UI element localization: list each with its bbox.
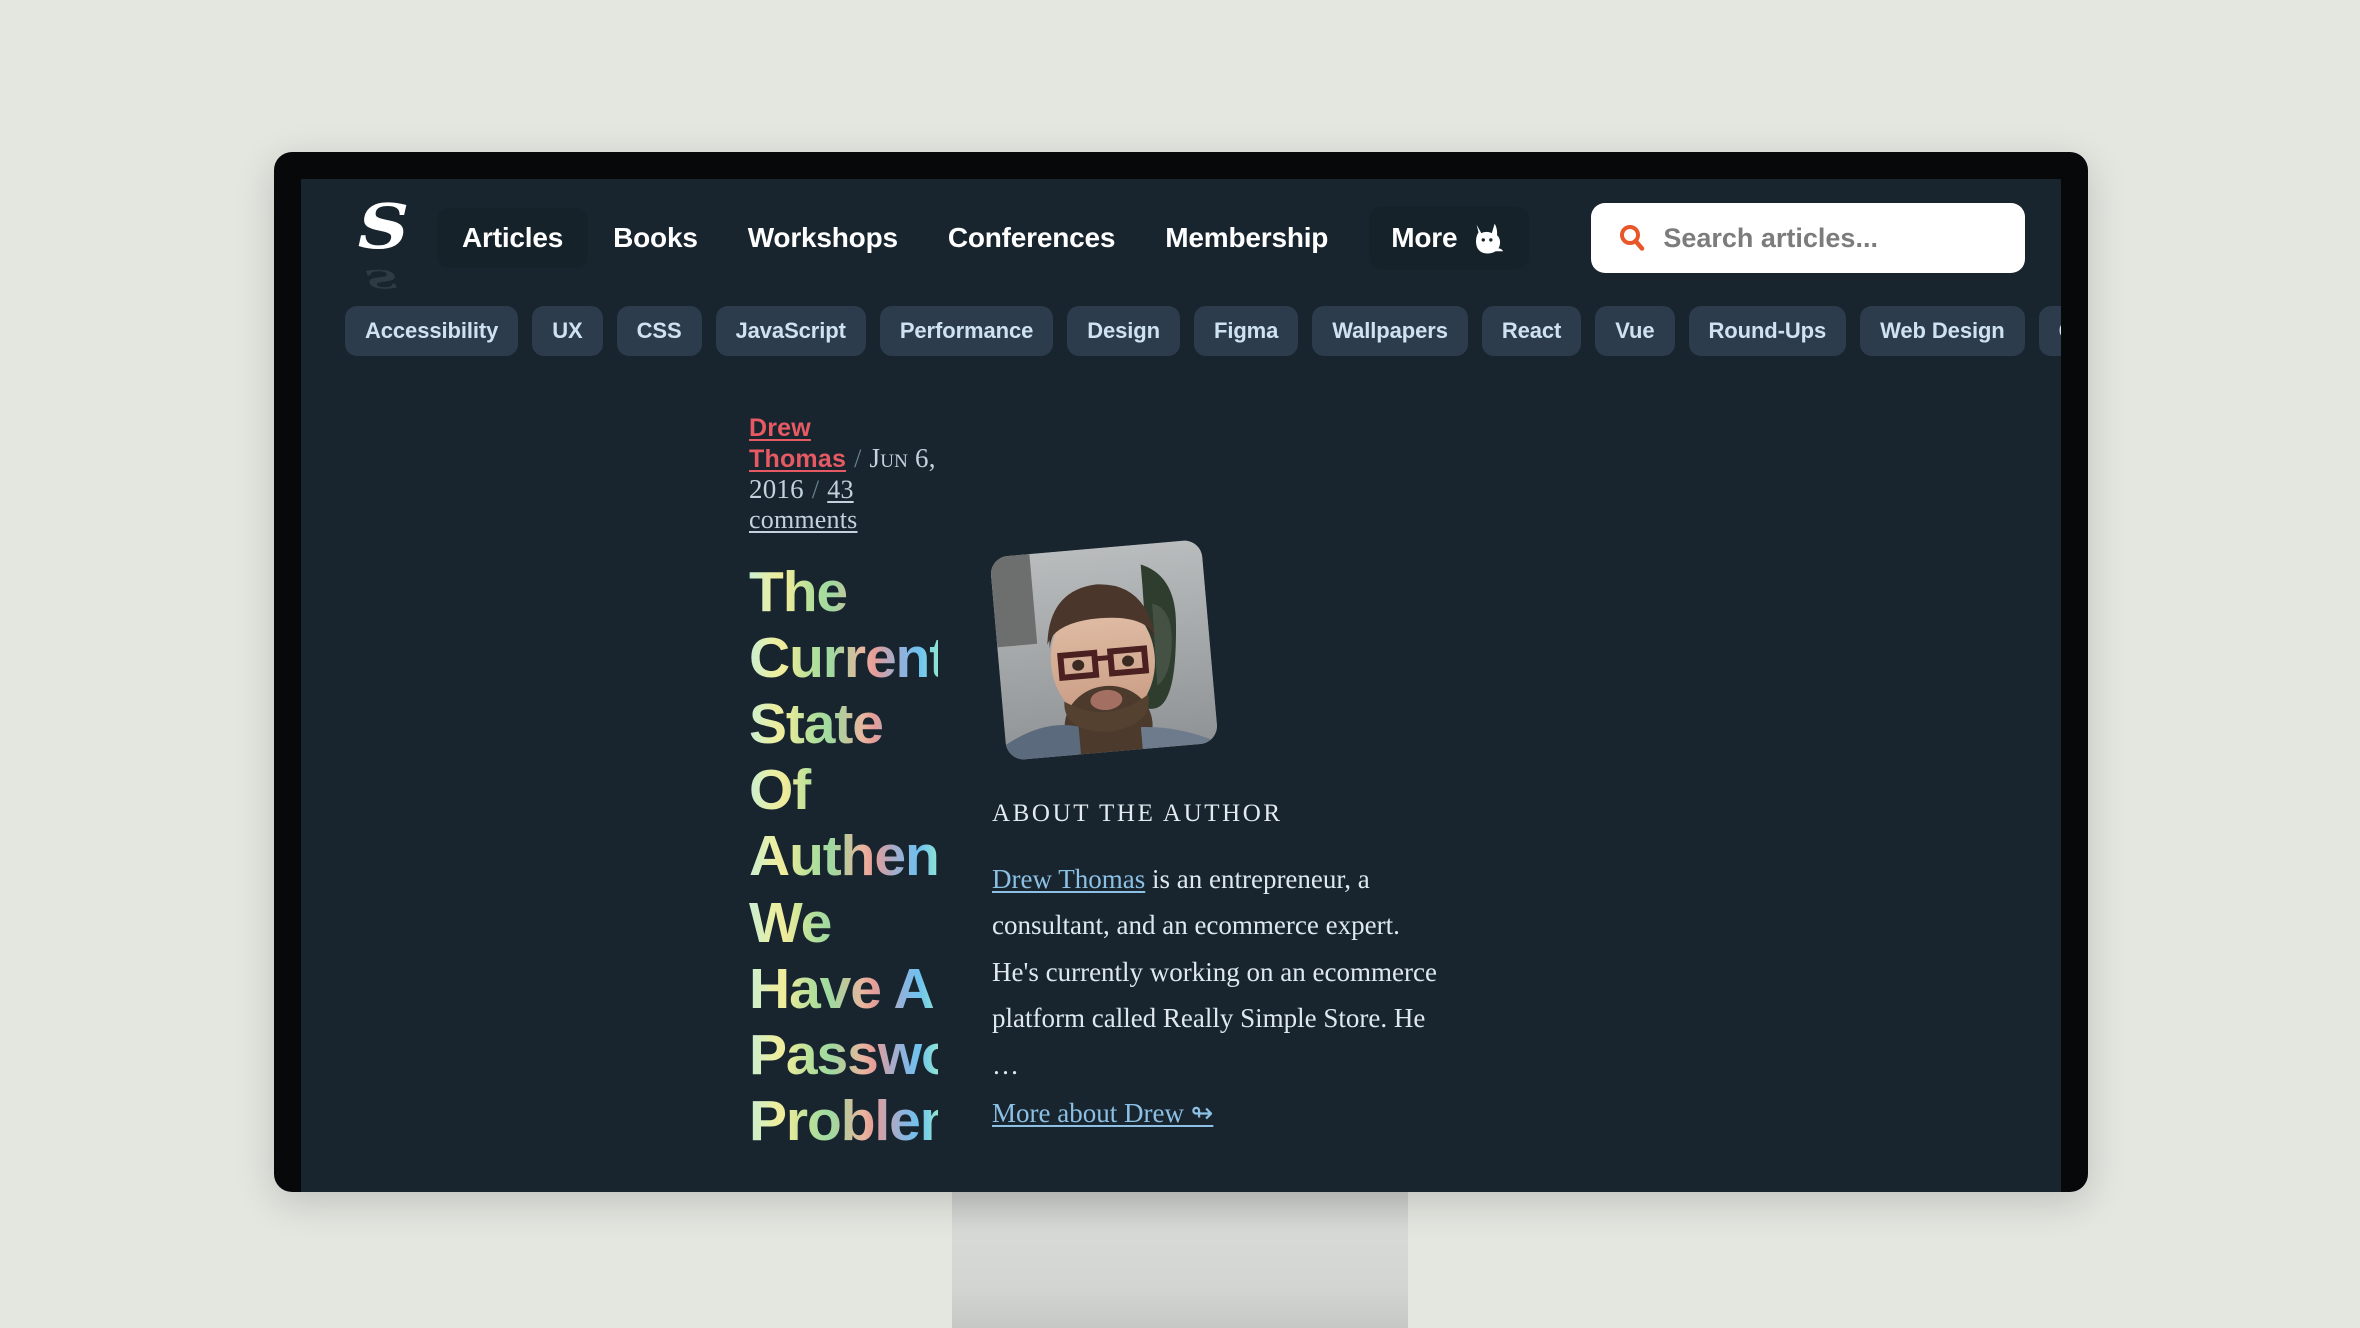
page-title: The Current State Of Authentication: We … [749, 559, 1152, 1154]
site-logo[interactable]: S S [345, 188, 419, 293]
category-pill-web-design[interactable]: Web Design [1860, 306, 2025, 356]
category-pill-javascript[interactable]: JavaScript [715, 306, 866, 356]
nav-item-conferences[interactable]: Conferences [923, 208, 1140, 268]
author-sidebar: About The Author Drew Thomas is an entre… [989, 413, 1552, 1192]
byline-author-link[interactable]: Drew Thomas [749, 414, 846, 473]
nav-item-workshops[interactable]: Workshops [723, 208, 923, 268]
monitor-stand [952, 1192, 1408, 1328]
smashing-magazine-logo-icon: S [357, 190, 408, 263]
search-box[interactable] [1591, 203, 2026, 273]
screen-bottom-edge [301, 1188, 2061, 1192]
category-pill-react[interactable]: React [1481, 306, 1582, 356]
category-pill-round-ups[interactable]: Round-Ups [1688, 306, 1847, 356]
monitor-bezel: S S Articles Books Workshops Conferences… [274, 152, 2088, 1192]
author-name-link[interactable]: Drew Thomas [992, 864, 1145, 894]
about-the-author-heading: About The Author [992, 800, 1283, 827]
author-bio: Drew Thomas is an entrepreneur, a consul… [992, 856, 1452, 1137]
category-pill-vue[interactable]: Vue [1595, 306, 1675, 356]
category-pill-guides[interactable]: Guides [2038, 306, 2061, 356]
nav-item-articles[interactable]: Articles [437, 208, 589, 268]
category-pill-figma[interactable]: Figma [1193, 306, 1299, 356]
author-portrait-image [989, 539, 1219, 761]
category-pill-design[interactable]: Design [1067, 306, 1180, 356]
nav-item-books[interactable]: Books [588, 208, 723, 268]
category-pill-ux[interactable]: UX [532, 306, 603, 356]
category-filter-bar[interactable]: Accessibility UX CSS JavaScript Performa… [301, 297, 2061, 365]
more-about-author-link[interactable]: More about Drew ↬ [992, 1090, 1452, 1136]
top-navigation-bar: S S Articles Books Workshops Conferences… [301, 179, 2061, 297]
headline-line-1: The Current State Of Authentication: We … [749, 560, 1152, 1021]
category-pill-performance[interactable]: Performance [879, 306, 1054, 356]
byline-separator-1: / [854, 444, 862, 473]
nav-item-more[interactable]: More [1369, 206, 1530, 270]
article-main-column: Drew Thomas / Jun 6, 2016/43 comments The … [301, 413, 1152, 1192]
search-input[interactable] [1663, 222, 2000, 254]
nav-more-label: More [1391, 222, 1458, 253]
category-pill-css[interactable]: CSS [616, 306, 702, 356]
headline-line-2: Password Problem [749, 1022, 1011, 1153]
cat-icon [1476, 223, 1504, 254]
author-bio-text: is an entrepreneur, a consultant, and an… [992, 864, 1437, 1080]
byline: Drew Thomas / Jun 6, 2016/43 comments [749, 413, 938, 535]
category-pill-wallpapers[interactable]: Wallpapers [1312, 306, 1468, 356]
byline-separator-2: / [811, 475, 820, 504]
avatar [989, 539, 1219, 761]
screen: S S Articles Books Workshops Conferences… [301, 179, 2061, 1192]
search-icon [1620, 225, 1645, 251]
article-content: Drew Thomas / Jun 6, 2016/43 comments The … [301, 365, 2061, 1192]
nav-item-membership[interactable]: Membership [1140, 208, 1353, 268]
logo-reflection: S [365, 263, 399, 293]
category-pill-accessibility[interactable]: Accessibility [345, 306, 519, 356]
